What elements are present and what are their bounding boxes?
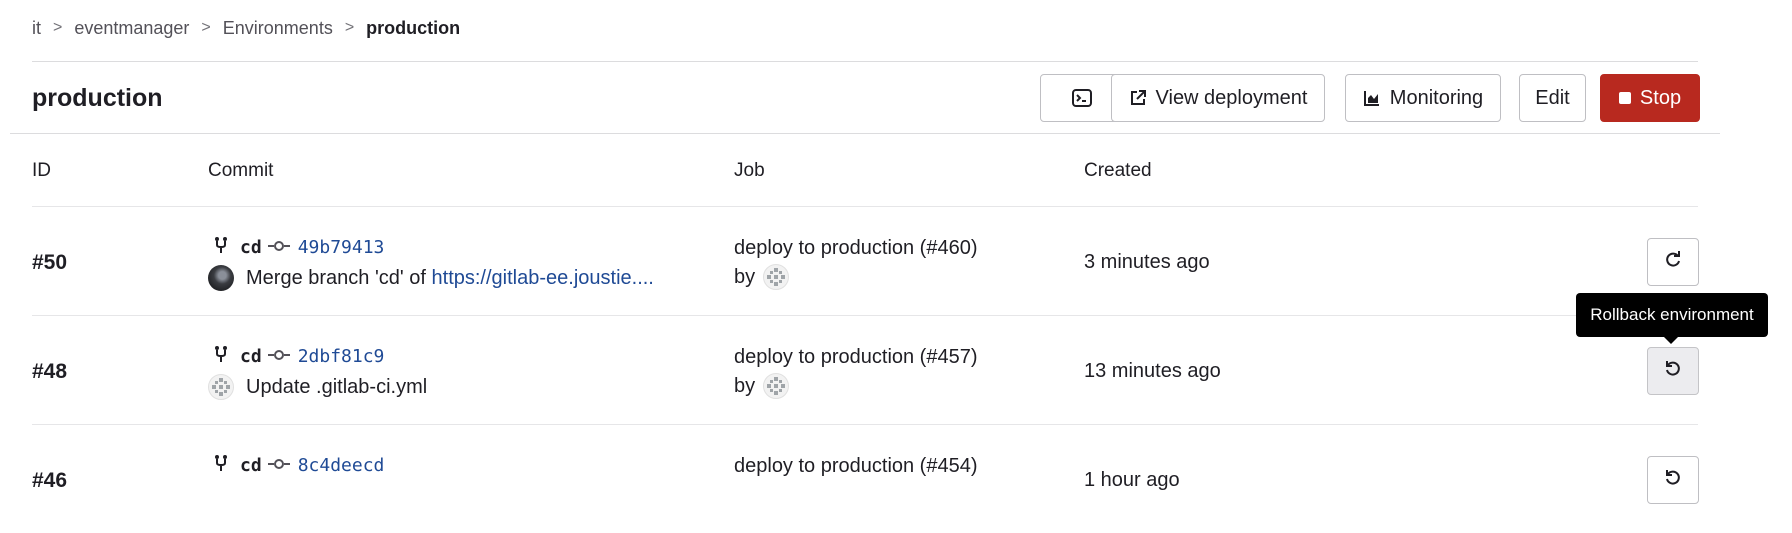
table-row: #50 cd 49b79413 Merge branch 'cd' of htt… — [0, 207, 1792, 315]
branch-icon — [214, 236, 228, 259]
job-link[interactable]: deploy to production (#460) — [734, 237, 978, 260]
branch-name[interactable]: cd — [240, 455, 262, 476]
avatar[interactable] — [763, 373, 790, 399]
breadcrumb-separator-icon: > — [344, 19, 355, 36]
branch-name[interactable]: cd — [240, 237, 262, 258]
commit-message-text: Update .gitlab-ci.yml — [246, 375, 428, 398]
created-time: 13 minutes ago — [1084, 360, 1221, 382]
branch-name[interactable]: cd — [240, 346, 262, 367]
edit-label: Edit — [1535, 86, 1570, 109]
breadcrumb-separator-icon: > — [201, 19, 211, 36]
stop-button[interactable]: Stop — [1600, 74, 1700, 122]
deployment-id: #50 — [32, 251, 68, 274]
job-link[interactable]: deploy to production (#454) — [734, 455, 978, 478]
stop-icon — [1618, 92, 1631, 104]
breadcrumb-item[interactable]: eventmanager — [74, 18, 189, 39]
avatar[interactable] — [208, 265, 234, 291]
commit-icon — [267, 457, 290, 475]
commit-message: Merge branch 'cd' of https://gitlab-ee.j… — [208, 265, 654, 291]
commit-sha-link[interactable]: 8c4deecd — [298, 455, 385, 476]
column-header-id: ID — [32, 160, 51, 181]
table-row: #46 cd 8c4deecd deploy to production (#4… — [0, 425, 1792, 533]
by-label: by — [734, 374, 756, 397]
avatar[interactable] — [208, 374, 234, 400]
monitoring-button[interactable]: Monitoring — [1345, 74, 1501, 122]
commit-message-text: Merge branch 'cd' of — [246, 266, 426, 289]
commit-ref: cd 8c4deecd — [214, 454, 384, 477]
commit-icon — [267, 239, 290, 257]
commit-ref: cd 49b79413 — [214, 236, 384, 259]
table-row: #48 cd 2dbf81c9 Update .gitlab-ci.yml de… — [0, 316, 1792, 424]
breadcrumb-item[interactable]: Environments — [223, 18, 333, 39]
terminal-icon — [1072, 89, 1092, 107]
job-triggerer: by — [734, 373, 790, 399]
view-deployment-button[interactable]: View deployment — [1111, 74, 1325, 122]
branch-icon — [214, 345, 228, 368]
monitoring-label: Monitoring — [1389, 86, 1484, 109]
commit-message: Update .gitlab-ci.yml — [208, 374, 427, 400]
chart-icon — [1363, 89, 1381, 107]
edit-button[interactable]: Edit — [1519, 74, 1586, 122]
view-deployment-label: View deployment — [1155, 86, 1308, 109]
page-title: production — [32, 84, 163, 112]
deployment-id: #48 — [32, 360, 68, 383]
commit-icon — [267, 348, 290, 366]
column-header-commit: Commit — [208, 160, 274, 181]
branch-icon — [214, 454, 228, 477]
column-header-job: Job — [734, 160, 765, 181]
commit-message-link[interactable]: https://gitlab-ee.joustie.... — [432, 267, 654, 289]
rollback-button[interactable] — [1647, 347, 1699, 395]
commit-sha-link[interactable]: 49b79413 — [298, 237, 385, 258]
column-header-created: Created — [1084, 160, 1152, 181]
divider — [10, 133, 1720, 134]
job-link[interactable]: deploy to production (#457) — [734, 346, 978, 369]
created-time: 1 hour ago — [1084, 469, 1180, 491]
commit-sha-link[interactable]: 2dbf81c9 — [298, 346, 385, 367]
by-label: by — [734, 265, 756, 288]
divider — [32, 61, 1698, 62]
deployment-id: #46 — [32, 469, 68, 492]
tooltip-text: Rollback environment — [1590, 305, 1754, 324]
job-triggerer: by — [734, 264, 790, 290]
external-link-icon — [1129, 89, 1147, 107]
breadcrumb: it > eventmanager > Environments > produ… — [32, 14, 460, 42]
rollback-icon — [1664, 360, 1682, 383]
created-time: 3 minutes ago — [1084, 251, 1210, 273]
retry-icon — [1664, 250, 1682, 274]
breadcrumb-item[interactable]: it — [32, 18, 41, 39]
rollback-icon — [1664, 469, 1682, 492]
breadcrumb-current[interactable]: production — [366, 18, 460, 39]
rollback-button[interactable] — [1647, 456, 1699, 504]
stop-label: Stop — [1639, 86, 1682, 109]
avatar[interactable] — [763, 264, 790, 290]
breadcrumb-separator-icon: > — [53, 19, 63, 36]
redeploy-button[interactable] — [1647, 238, 1699, 286]
rollback-tooltip: Rollback environment — [1576, 293, 1768, 344]
commit-ref: cd 2dbf81c9 — [214, 345, 384, 368]
